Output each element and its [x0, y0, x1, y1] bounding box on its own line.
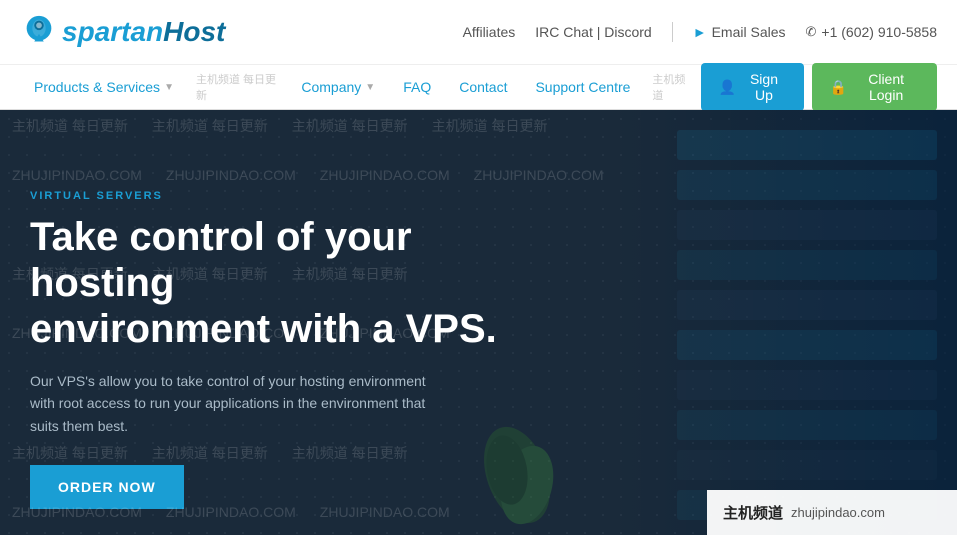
phone-icon: ✆	[806, 24, 817, 40]
watermark-brand: 主机频道	[723, 502, 783, 523]
client-login-button[interactable]: 🔒 Client Login	[812, 63, 937, 111]
user-icon: 👤	[719, 79, 736, 96]
irc-chat-link[interactable]: IRC Chat | Discord	[535, 24, 651, 40]
logo-part1: spartan	[62, 16, 163, 47]
logo[interactable]: spartanHost	[20, 13, 225, 51]
nav-faq-label: FAQ	[403, 79, 431, 95]
hero-label: VIRTUAL SERVERS	[30, 190, 530, 202]
nav-contact[interactable]: Contact	[445, 65, 521, 110]
top-bar: spartanHost Affiliates IRC Chat | Discor…	[0, 0, 957, 65]
bottom-watermark-bar: 主机频道 zhujipindao.com	[707, 490, 957, 535]
watermark-url: zhujipindao.com	[791, 505, 885, 520]
phone-number[interactable]: ✆ +1 (602) 910-5858	[806, 24, 938, 40]
nav-chinese-1: 主机频道 每日更新	[188, 71, 287, 103]
nav-contact-label: Contact	[459, 79, 507, 95]
nav-company-label: Company	[301, 79, 361, 95]
nav-company[interactable]: Company ▼	[287, 65, 389, 110]
hero-section: VIRTUAL SERVERS Take control of your hos…	[0, 110, 957, 535]
nav-faq[interactable]: FAQ	[389, 65, 445, 110]
logo-text: spartanHost	[62, 16, 225, 48]
logo-part2: Host	[163, 16, 225, 47]
hero-title-line1: Take control of your hosting	[30, 215, 412, 305]
nav-support-centre[interactable]: Support Centre	[521, 65, 644, 110]
hero-title: Take control of your hosting environment…	[30, 214, 530, 352]
client-login-label: Client Login	[853, 71, 919, 103]
nav-support-label: Support Centre	[535, 79, 630, 95]
logo-icon	[20, 13, 58, 51]
top-right-links: Affiliates IRC Chat | Discord ► Email Sa…	[463, 22, 937, 42]
order-now-button[interactable]: ORDER NOW	[30, 465, 184, 509]
hero-content: VIRTUAL SERVERS Take control of your hos…	[30, 190, 530, 509]
nav-chinese-2: 主机频道	[644, 71, 700, 103]
lock-icon: 🔒	[830, 79, 847, 96]
company-dropdown-icon: ▼	[365, 82, 375, 93]
hero-description: Our VPS's allow you to take control of y…	[30, 370, 450, 437]
signup-button[interactable]: 👤 Sign Up	[701, 63, 804, 111]
nav-products-services[interactable]: Products & Services ▼	[20, 65, 188, 110]
divider	[672, 22, 673, 42]
hero-title-line2: environment with a VPS.	[30, 307, 497, 351]
email-sales[interactable]: ► Email Sales	[693, 24, 786, 40]
nav-products-label: Products & Services	[34, 79, 160, 95]
hero-right-overlay	[607, 110, 957, 535]
phone-number-label: +1 (602) 910-5858	[821, 24, 937, 40]
email-sales-label: Email Sales	[712, 24, 786, 40]
signup-label: Sign Up	[742, 71, 786, 103]
send-icon: ►	[693, 24, 707, 40]
products-dropdown-icon: ▼	[164, 82, 174, 93]
affiliates-link[interactable]: Affiliates	[463, 24, 516, 40]
nav-bar: Products & Services ▼ 主机频道 每日更新 Company …	[0, 65, 957, 110]
